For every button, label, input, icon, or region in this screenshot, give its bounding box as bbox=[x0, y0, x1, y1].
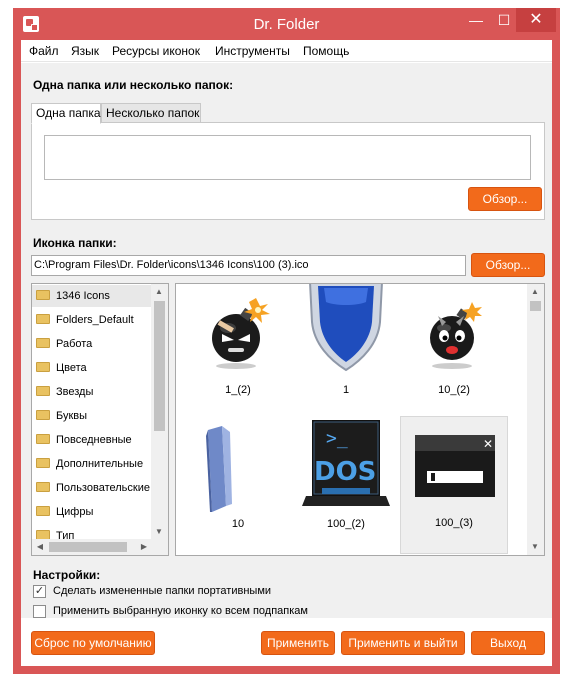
scroll-down-icon[interactable]: ▼ bbox=[527, 539, 543, 555]
icon-cell[interactable]: ✕ 100_(3) bbox=[400, 416, 508, 554]
subfolders-checkbox[interactable] bbox=[33, 605, 46, 618]
tab-single-folder[interactable]: Одна папка bbox=[31, 103, 101, 124]
icon-label: 100_(3) bbox=[435, 517, 473, 529]
icon-cell[interactable]: 10 bbox=[184, 418, 292, 555]
shield-icon bbox=[309, 284, 383, 372]
devil-bomb-icon bbox=[430, 302, 482, 369]
portable-checkbox[interactable]: ✓ bbox=[33, 585, 46, 598]
portable-option-label: Сделать измененные папки портативными bbox=[53, 585, 272, 597]
folder-icon bbox=[36, 410, 50, 421]
tree-item[interactable]: Пользовательские bbox=[32, 477, 168, 499]
icon-label: 10_(2) bbox=[438, 384, 470, 396]
icon-browse-button[interactable]: Обзор... bbox=[471, 253, 545, 277]
scroll-up-icon[interactable]: ▲ bbox=[527, 284, 543, 300]
apply-and-exit-button[interactable]: Применить и выйти bbox=[341, 631, 465, 655]
tree-item[interactable]: Повседневные bbox=[32, 429, 168, 451]
tree-item[interactable]: 1346 Icons bbox=[32, 285, 168, 307]
icon-label: 10 bbox=[231, 518, 245, 530]
icon-heading: Иконка папки: bbox=[33, 236, 117, 250]
icon-grid[interactable]: 1_(2) 1 10_(2) 10 >_ DOS 100_(2) ✕ 100_(… bbox=[175, 283, 545, 556]
tree-item[interactable]: Звезды bbox=[32, 381, 168, 403]
tree-vertical-scrollbar[interactable]: ▲ ▼ bbox=[151, 284, 168, 540]
title-bar: Dr. Folder — ☐ ✕ bbox=[13, 8, 560, 40]
icon-path-input[interactable]: C:\Program Files\Dr. Folder\icons\1346 I… bbox=[31, 255, 466, 276]
single-folder-panel: Обзор... bbox=[31, 122, 545, 220]
maximize-button[interactable]: ☐ bbox=[490, 8, 518, 32]
tree-vscroll-thumb[interactable] bbox=[154, 301, 165, 431]
icon-cell[interactable]: 1 bbox=[292, 284, 400, 422]
folder-icon bbox=[36, 386, 50, 397]
menu-help[interactable]: Помощь bbox=[303, 44, 349, 58]
folder-icon bbox=[36, 506, 50, 517]
main-content: Одна папка или несколько папок: Одна пап… bbox=[21, 63, 552, 618]
folders-heading: Одна папка или несколько папок: bbox=[33, 78, 234, 92]
folder-icon bbox=[36, 434, 50, 445]
icon-cell[interactable]: 1_(2) bbox=[184, 284, 292, 422]
folder-icon bbox=[36, 338, 50, 349]
apply-button[interactable]: Применить bbox=[261, 631, 335, 655]
menu-language[interactable]: Язык bbox=[71, 44, 99, 58]
close-button[interactable]: ✕ bbox=[516, 8, 556, 32]
dos-text: DOS bbox=[314, 457, 376, 487]
dos-prompt-text: >_ bbox=[326, 428, 348, 449]
menu-file[interactable]: Файл bbox=[29, 44, 59, 58]
blue-folder-icon bbox=[206, 426, 232, 512]
tree-item[interactable]: Буквы bbox=[32, 405, 168, 427]
icon-label: 1 bbox=[342, 384, 350, 396]
client-area: Файл Язык Ресурсы иконок Инструменты Пом… bbox=[21, 40, 552, 666]
tab-multiple-folders[interactable]: Несколько папок bbox=[101, 103, 201, 123]
folder-icon bbox=[36, 458, 50, 469]
icon-category-tree[interactable]: 1346 Icons Folders_Default Работа Цвета … bbox=[31, 283, 169, 556]
tree-item[interactable]: Цвета bbox=[32, 357, 168, 379]
scroll-left-icon[interactable]: ◀ bbox=[32, 539, 48, 555]
folder-icon bbox=[36, 482, 50, 493]
subfolders-option-label: Применить выбранную иконку ко всем подпа… bbox=[53, 605, 308, 617]
icon-cell[interactable]: 10_(2) bbox=[400, 284, 508, 422]
tree-item[interactable]: Folders_Default bbox=[32, 309, 168, 331]
folder-path-box[interactable] bbox=[44, 135, 531, 180]
tree-item[interactable]: Работа bbox=[32, 333, 168, 355]
tree-item[interactable]: Дополнительные bbox=[32, 453, 168, 475]
settings-heading: Настройки: bbox=[33, 568, 101, 582]
scroll-up-icon[interactable]: ▲ bbox=[151, 284, 167, 300]
folder-icon bbox=[36, 290, 50, 301]
grid-vscroll-thumb[interactable] bbox=[530, 301, 541, 311]
tree-hscroll-thumb[interactable] bbox=[49, 542, 127, 552]
icon-label: 100_(2) bbox=[327, 518, 365, 530]
window-dialog-icon: ✕ bbox=[415, 435, 495, 497]
tree-horizontal-scrollbar[interactable]: ◀ ▶ bbox=[32, 539, 168, 555]
minimize-button[interactable]: — bbox=[462, 8, 490, 32]
folder-browse-button[interactable]: Обзор... bbox=[468, 187, 542, 211]
bomb-face-icon bbox=[212, 298, 270, 369]
menu-icon-resources[interactable]: Ресурсы иконок bbox=[112, 44, 200, 58]
icon-label: 1_(2) bbox=[225, 384, 251, 396]
icon-cell[interactable]: >_ DOS 100_(2) bbox=[292, 418, 400, 555]
tree-item[interactable]: Цифры bbox=[32, 501, 168, 523]
dos-terminal-icon: >_ DOS bbox=[302, 420, 390, 506]
folder-icon bbox=[36, 362, 50, 373]
folder-icon bbox=[36, 314, 50, 325]
menu-tools[interactable]: Инструменты bbox=[215, 44, 290, 58]
exit-button[interactable]: Выход bbox=[471, 631, 545, 655]
reset-defaults-button[interactable]: Сброс по умолчанию bbox=[31, 631, 155, 655]
scroll-down-icon[interactable]: ▼ bbox=[151, 524, 167, 540]
footer-bar: Сброс по умолчанию Применить Применить и… bbox=[21, 618, 552, 666]
svg-text:✕: ✕ bbox=[483, 437, 493, 451]
menu-bar: Файл Язык Ресурсы иконок Инструменты Пом… bbox=[21, 40, 552, 62]
scroll-right-icon[interactable]: ▶ bbox=[136, 539, 152, 555]
app-window: Dr. Folder — ☐ ✕ Файл Язык Ресурсы иконо… bbox=[13, 8, 560, 674]
icon-grid-scrollbar[interactable]: ▲ ▼ bbox=[527, 284, 544, 555]
